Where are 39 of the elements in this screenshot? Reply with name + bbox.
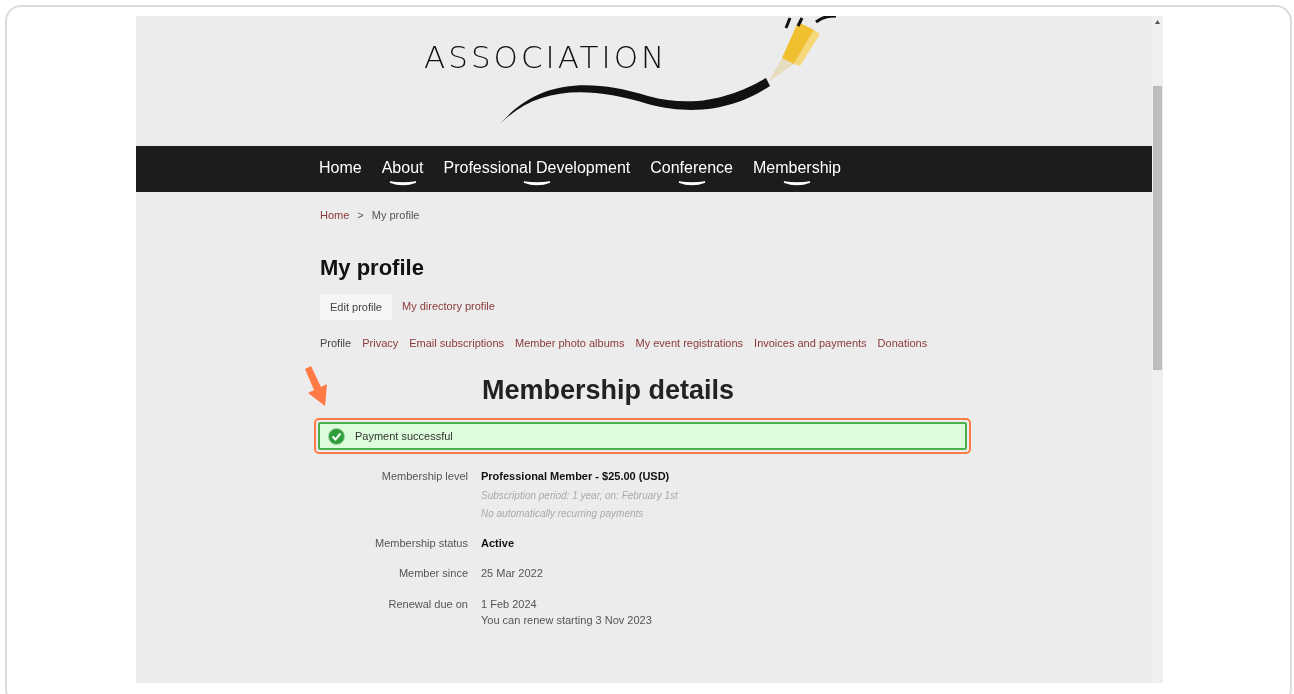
profile-tab[interactable]: Donations xyxy=(877,335,928,352)
nav-link[interactable]: Membership xyxy=(753,156,841,182)
breadcrumb-link[interactable]: Home xyxy=(320,207,350,224)
profile-tab[interactable]: Privacy xyxy=(362,335,399,352)
detail-value: 1 Feb 2024 xyxy=(481,596,538,612)
section-title: Membership details xyxy=(482,373,736,407)
logo-text: ASSOCIATION xyxy=(424,38,668,77)
alert-text: Payment successful xyxy=(355,428,453,444)
breadcrumb-separator: > xyxy=(357,208,364,223)
scroll-up-icon[interactable] xyxy=(1155,20,1160,24)
profile-tab[interactable]: Member photo albums xyxy=(515,335,625,352)
page-title: My profile xyxy=(320,253,425,282)
nav-link[interactable]: About xyxy=(381,156,424,182)
detail-label: Membership status xyxy=(374,535,468,551)
edit-profile-button[interactable]: Edit profile xyxy=(320,293,392,320)
detail-label: Membership level xyxy=(380,469,468,484)
nav-link[interactable]: Home xyxy=(319,156,362,182)
profile-tab[interactable]: Email subscriptions xyxy=(409,335,504,352)
nav-link[interactable]: Conference xyxy=(650,156,733,182)
detail-note: No automatically recurring payments xyxy=(481,506,645,521)
detail-value: Active xyxy=(481,535,515,551)
check-circle-icon xyxy=(328,427,345,445)
profile-tab[interactable]: My event registrations xyxy=(635,335,744,352)
detail-note: Subscription period: 1 year, on: February 1st xyxy=(481,488,678,503)
submenu-indicator-icon xyxy=(677,181,706,186)
detail-label: Renewal due on xyxy=(387,596,468,612)
breadcrumb-current: My profile xyxy=(371,208,420,223)
directory-profile-link[interactable]: My directory profile xyxy=(402,297,495,314)
detail-note: You can renew starting 3 Nov 2023 xyxy=(481,613,652,628)
detail-value: Professional Member - $25.00 (USD) xyxy=(481,469,671,484)
detail-value: 25 Mar 2022 xyxy=(481,566,543,581)
nav-link[interactable]: Professional Development xyxy=(443,156,631,182)
scrollbar-thumb[interactable] xyxy=(1153,86,1162,370)
profile-tab[interactable]: Invoices and payments xyxy=(754,335,867,352)
submenu-indicator-icon xyxy=(522,181,551,186)
detail-label: Member since xyxy=(397,566,468,581)
submenu-indicator-icon xyxy=(783,181,811,186)
submenu-indicator-icon xyxy=(388,181,417,186)
profile-tab[interactable]: Profile xyxy=(320,335,352,352)
